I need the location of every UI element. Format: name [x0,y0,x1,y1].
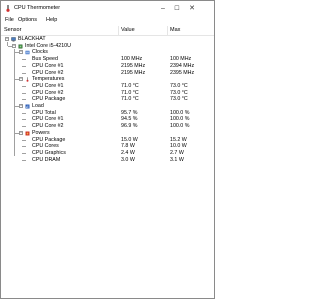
maximize-icon: ☐ [174,6,180,12]
menu-help[interactable]: Help [46,17,57,23]
column-header: Sensor Value Max [1,26,214,36]
tree-line [22,72,26,74]
sensor-row[interactable]: CPU DRAM 3.0 W 3.1 W [1,157,214,164]
column-divider[interactable] [118,26,119,35]
collapse-toggle[interactable]: − [19,104,23,108]
tree-line [22,139,26,141]
thermometer-app-icon [6,5,10,12]
column-value[interactable]: Value [121,27,135,33]
tree-line [22,126,26,128]
load-icon [25,104,30,109]
column-sensor[interactable]: Sensor [4,27,21,33]
sensor-name: CPU DRAM [32,156,61,163]
minimize-icon: – [161,5,165,12]
tree-line [22,112,26,114]
collapse-toggle[interactable]: − [19,130,23,135]
tree-line [22,92,26,94]
column-max[interactable]: Max [170,27,180,33]
tree-line [22,159,26,161]
tree-line [22,85,26,87]
close-button[interactable]: ✕ [185,1,199,16]
tree-line [22,152,26,154]
power-icon [25,131,30,136]
column-divider[interactable] [167,26,168,35]
window-title: CPU Thermometer [14,5,61,11]
menu-options[interactable]: Options [18,17,37,23]
tree-line [7,42,8,46]
collapse-toggle[interactable]: − [5,37,9,41]
sensor-value: 3.0 W [121,156,135,163]
sensor-max: 3.1 W [170,156,184,163]
minimize-button[interactable]: – [156,1,170,16]
tree-line [22,65,26,67]
chip-icon [18,44,23,49]
thermometer-icon [25,77,30,82]
tree-line [14,49,15,157]
maximize-button[interactable]: ☐ [170,1,184,16]
app-window: CPU Thermometer – ☐ ✕ File Options Help … [0,0,215,299]
clock-icon [25,50,30,55]
close-icon: ✕ [189,5,195,12]
tree-line [22,119,26,121]
tree-line [22,59,26,61]
menu-file[interactable]: File [5,17,14,23]
menu-bar: File Options Help [1,16,214,25]
computer-icon [11,37,16,42]
title-bar[interactable]: CPU Thermometer – ☐ ✕ [1,1,214,16]
tree-line [22,99,26,101]
collapse-toggle[interactable]: − [12,43,16,48]
tree-line [22,146,26,148]
collapse-toggle[interactable]: − [19,77,23,82]
collapse-toggle[interactable]: − [19,50,23,55]
